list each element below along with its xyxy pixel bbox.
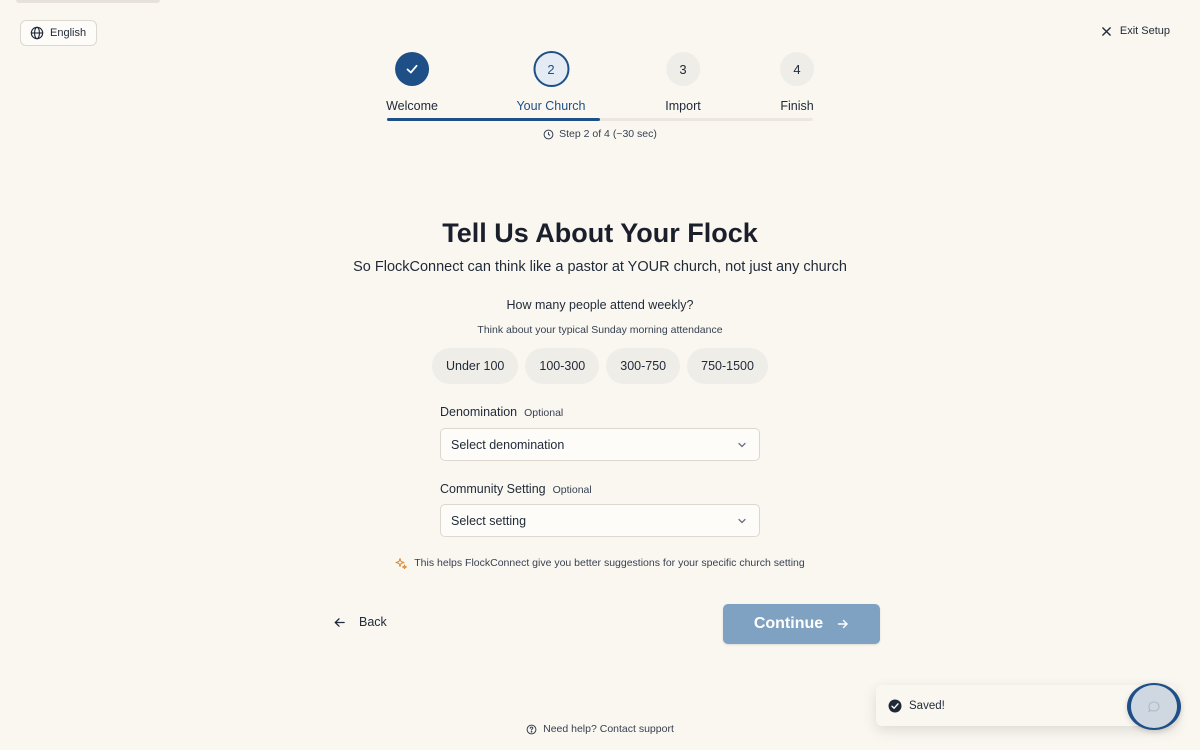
support-link[interactable]: Need help? Contact support	[0, 723, 1200, 735]
progress-bar-fill	[387, 118, 600, 121]
community-select[interactable]: Select setting	[440, 504, 760, 537]
step-meta: Step 2 of 4 (~30 sec)	[0, 128, 1200, 140]
exit-setup-label: Exit Setup	[1119, 25, 1170, 37]
step-your-church-label: Your Church	[516, 99, 586, 113]
help-circle-icon	[526, 724, 537, 734]
step-welcome[interactable]: Welcome	[386, 52, 438, 113]
attendance-options: Under 100 100-300 300-750 750-1500	[432, 348, 768, 384]
check-icon	[406, 64, 418, 74]
globe-icon	[30, 26, 44, 40]
attendance-option-100-300[interactable]: 100-300	[525, 348, 600, 384]
back-button[interactable]: Back	[333, 615, 387, 629]
back-label: Back	[359, 615, 387, 629]
chat-icon	[1148, 700, 1160, 713]
continue-button[interactable]: Continue	[723, 604, 880, 644]
community-label: Community Setting	[440, 482, 546, 496]
setup-stepper: Welcome 2 Your Church 3 Import 4 Finish	[386, 51, 814, 122]
step-finish-label: Finish	[780, 99, 814, 113]
attendance-hint: Think about your typical Sunday morning …	[477, 324, 723, 336]
attendance-option-under-100[interactable]: Under 100	[432, 348, 519, 384]
clock-icon	[543, 129, 554, 139]
language-label: English	[50, 27, 87, 39]
step-your-church-circle: 2	[533, 51, 569, 87]
step-finish-circle: 4	[780, 52, 814, 86]
chat-button-inner	[1131, 685, 1177, 728]
progress-bar	[387, 118, 813, 121]
sparkles-icon	[395, 558, 408, 569]
exit-setup-button[interactable]: Exit Setup	[1101, 25, 1170, 37]
arrow-right-icon	[837, 619, 848, 629]
step-finish[interactable]: 4 Finish	[780, 52, 814, 113]
attendance-option-300-750[interactable]: 300-750	[606, 348, 681, 384]
page-title: Tell Us About Your Flock	[442, 218, 758, 248]
denomination-select-value: Select denomination	[451, 437, 565, 452]
continue-label: Continue	[753, 615, 824, 632]
chevron-down-icon	[738, 518, 746, 523]
community-optional-tag: Optional	[552, 484, 592, 496]
support-text: Need help? Contact support	[543, 723, 674, 735]
arrow-left-icon	[334, 617, 345, 627]
setup-page: English Exit Setup Welcome 2 Your Church…	[0, 0, 1200, 750]
step-welcome-circle	[395, 52, 429, 86]
helper-note-text: This helps FlockConnect give you better …	[414, 557, 805, 569]
step-import-circle: 3	[666, 52, 700, 86]
attendance-option-750-1500[interactable]: 750-1500	[687, 348, 768, 384]
check-circle-icon	[888, 699, 902, 712]
close-icon	[1102, 26, 1111, 36]
community-label-row: Community Setting Optional	[440, 482, 592, 496]
chevron-down-icon	[738, 442, 746, 447]
top-edge-bar	[16, 0, 160, 3]
step-meta-text: Step 2 of 4 (~30 sec)	[559, 128, 657, 140]
step-import-label: Import	[665, 99, 701, 113]
page-subtitle: So FlockConnect can think like a pastor …	[353, 259, 847, 275]
helper-note: This helps FlockConnect give you better …	[0, 557, 1200, 569]
community-select-value: Select setting	[451, 513, 527, 528]
step-your-church[interactable]: 2 Your Church	[516, 51, 586, 113]
saved-toast-message: Saved!	[909, 699, 945, 712]
denomination-label: Denomination	[440, 405, 518, 419]
denomination-select[interactable]: Select denomination	[440, 428, 760, 461]
attendance-question: How many people attend weekly?	[506, 298, 694, 312]
step-import[interactable]: 3 Import	[665, 52, 701, 113]
language-button[interactable]: English	[20, 20, 98, 46]
denomination-label-row: Denomination Optional	[440, 405, 563, 419]
step-welcome-label: Welcome	[386, 99, 438, 113]
denomination-optional-tag: Optional	[524, 407, 564, 419]
